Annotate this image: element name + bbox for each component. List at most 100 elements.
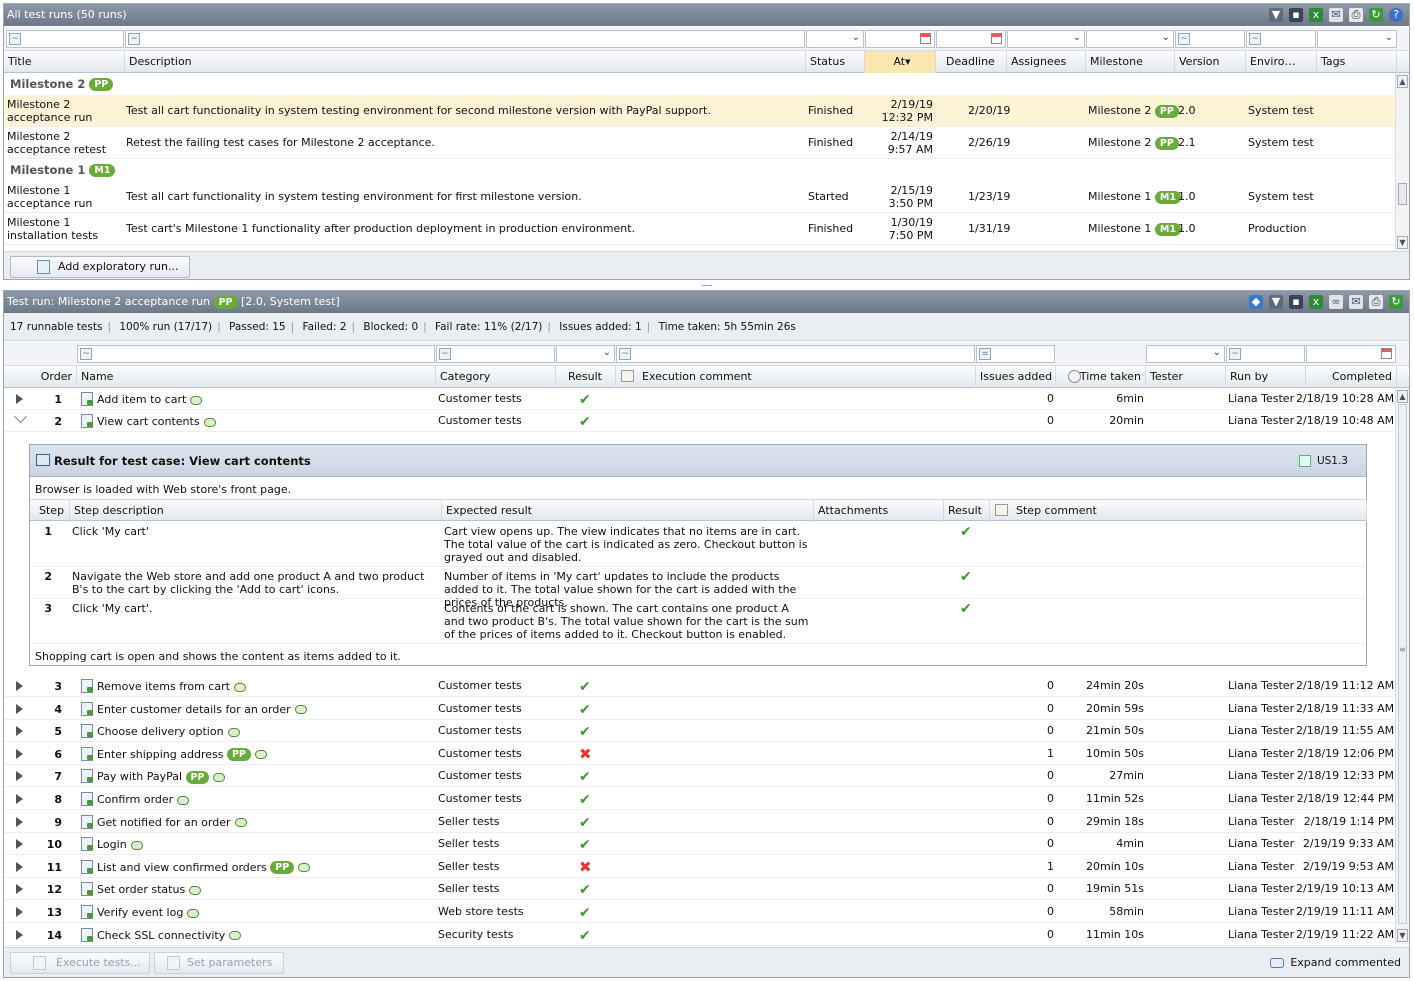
collapse-arrow-icon[interactable]: [14, 410, 27, 424]
execute-tests-button[interactable]: Execute tests...: [10, 952, 150, 974]
result-row[interactable]: 9 Get notified for an order Seller tests ✔ 0…: [4, 811, 1395, 833]
tag-icon[interactable]: ◆: [1249, 295, 1263, 309]
comment-icon[interactable]: [130, 840, 143, 850]
panel-splitter[interactable]: ......: [3, 280, 1410, 290]
col-issues-added[interactable]: Issues added: [976, 366, 1056, 388]
scroll-down-icon[interactable]: ▼: [1397, 236, 1408, 249]
runs-scrollbar[interactable]: ▲ ▼: [1395, 73, 1409, 251]
comment-filter[interactable]: ~: [616, 345, 975, 363]
result-row[interactable]: 13 Verify event log Web store tests ✔ 0 58min…: [4, 901, 1395, 923]
filter-icon[interactable]: ▼: [1269, 8, 1283, 22]
filter-mode-icon[interactable]: ~: [80, 348, 92, 360]
step-row[interactable]: 3 Click 'My cart'. Contents of the cart …: [30, 599, 1366, 644]
comment-icon[interactable]: [187, 908, 200, 918]
result-row[interactable]: 2 View cart contents Customer tests ✔ 0 …: [4, 410, 1395, 432]
expand-arrow-icon[interactable]: [16, 929, 23, 940]
result-row[interactable]: 8 Confirm order Customer tests ✔ 0 11min 52s L…: [4, 788, 1395, 810]
issues-filter[interactable]: =: [976, 345, 1055, 363]
col-deadline[interactable]: Deadline: [936, 51, 1007, 73]
col-result[interactable]: Result: [556, 366, 616, 388]
test-name[interactable]: Choose delivery option: [97, 725, 240, 738]
col-status[interactable]: Status: [806, 51, 865, 73]
set-parameters-button[interactable]: Set parameters ...: [154, 952, 284, 977]
test-name[interactable]: Enter shipping address PP: [97, 748, 267, 762]
description-filter[interactable]: ~: [125, 30, 805, 48]
col-category[interactable]: Category: [436, 366, 556, 388]
print-icon[interactable]: ⎙: [1349, 8, 1363, 22]
col-description[interactable]: Description: [125, 51, 806, 73]
print-icon[interactable]: ⎙: [1369, 295, 1383, 309]
col-at[interactable]: At▼: [865, 51, 936, 73]
expand-arrow-icon[interactable]: [16, 748, 23, 759]
expand-arrow-icon[interactable]: [16, 726, 23, 737]
scroll-down-icon[interactable]: ▼: [1397, 929, 1408, 942]
add-exploratory-run-button[interactable]: Add exploratory run...: [10, 256, 190, 278]
tags-filter[interactable]: ⌄: [1317, 30, 1397, 48]
at-filter[interactable]: [865, 30, 935, 48]
result-row[interactable]: 4 Enter customer details for an order Cust…: [4, 698, 1395, 720]
expand-arrow-icon[interactable]: [16, 394, 23, 404]
email-icon[interactable]: ✉: [1329, 8, 1343, 22]
filter-mode-icon[interactable]: ~: [9, 33, 21, 45]
test-name[interactable]: Set order status: [97, 883, 202, 896]
expand-arrow-icon[interactable]: [16, 681, 23, 691]
status-filter[interactable]: ⌄: [806, 30, 864, 48]
comment-icon[interactable]: [234, 818, 247, 828]
expand-arrow-icon[interactable]: [16, 907, 23, 917]
filter-mode-icon[interactable]: ~: [128, 33, 140, 45]
filter-mode-icon[interactable]: ~: [439, 348, 451, 360]
result-row[interactable]: 5 Choose delivery option Customer tests ✔ 0 2…: [4, 720, 1395, 743]
test-name[interactable]: Confirm order: [97, 793, 190, 806]
test-name[interactable]: Remove items from cart: [97, 680, 246, 693]
expand-arrow-icon[interactable]: [16, 703, 23, 714]
completed-filter[interactable]: [1306, 345, 1396, 363]
result-filter[interactable]: ⌄: [556, 345, 615, 363]
result-row[interactable]: 6 Enter shipping address PP Customer tests…: [4, 743, 1395, 765]
filter-mode-icon[interactable]: ~: [619, 348, 631, 360]
expand-arrow-icon[interactable]: [16, 839, 23, 850]
col-expected-result[interactable]: Expected result: [442, 500, 814, 522]
group-header[interactable]: Milestone 1 M1: [4, 159, 1395, 181]
test-name[interactable]: Verify event log: [97, 906, 200, 919]
results-scrollbar[interactable]: ▲ ≡ ▼: [1395, 388, 1409, 944]
comment-icon[interactable]: [190, 395, 203, 405]
tester-filter[interactable]: ⌄: [1146, 345, 1225, 363]
col-milestone[interactable]: Milestone: [1086, 51, 1175, 73]
expand-arrow-icon[interactable]: [16, 861, 23, 872]
requirement-link[interactable]: US1.3: [1298, 445, 1348, 477]
save-icon[interactable]: ▪: [1289, 295, 1303, 309]
comment-icon[interactable]: [298, 863, 311, 873]
comment-icon[interactable]: [254, 750, 267, 760]
assignees-filter[interactable]: ⌄: [1007, 30, 1085, 48]
expand-arrow-icon[interactable]: [16, 816, 23, 827]
test-name[interactable]: Check SSL connectivity: [97, 929, 242, 942]
calendar-icon[interactable]: [920, 33, 931, 44]
milestone-filter[interactable]: ⌄: [1086, 30, 1174, 48]
test-name[interactable]: Add item to cart: [97, 393, 203, 406]
calendar-icon[interactable]: [991, 33, 1002, 44]
comment-icon[interactable]: [213, 772, 226, 782]
refresh-icon[interactable]: ↻: [1389, 295, 1403, 309]
filter-mode-icon[interactable]: ~: [1229, 348, 1241, 360]
test-name[interactable]: List and view confirmed orders PP: [97, 861, 311, 875]
excel-export-icon[interactable]: x: [1309, 295, 1323, 309]
col-completed[interactable]: Completed: [1306, 366, 1397, 388]
col-order[interactable]: Order: [4, 366, 77, 388]
deadline-filter[interactable]: [936, 30, 1006, 48]
run-row[interactable]: Milestone 1 installation tests Test cart…: [4, 213, 1395, 245]
scroll-thumb[interactable]: ≡: [1398, 404, 1407, 924]
scroll-thumb[interactable]: [1398, 183, 1407, 205]
link-icon[interactable]: ∞: [1329, 295, 1343, 309]
step-row[interactable]: 1 Click 'My cart' Cart view opens up. Th…: [30, 522, 1366, 567]
result-row[interactable]: 12 Set order status Seller tests ✔ 0 19min 51…: [4, 878, 1395, 901]
step-row[interactable]: 2 Navigate the Web store and add one pro…: [30, 567, 1366, 609]
result-row[interactable]: 1 Add item to cart Customer tests ✔ 0 6m…: [4, 388, 1395, 410]
category-filter[interactable]: ~: [436, 345, 555, 363]
result-row[interactable]: 3 Remove items from cart Customer tests ✔ 0 2…: [4, 675, 1395, 697]
save-icon[interactable]: ▪: [1289, 8, 1303, 22]
comment-icon[interactable]: [233, 682, 246, 692]
expand-arrow-icon[interactable]: [16, 884, 23, 895]
test-name[interactable]: View cart contents: [97, 415, 216, 428]
col-execution-comment[interactable]: Execution comment: [616, 366, 976, 388]
filter-icon[interactable]: ▼: [1269, 295, 1283, 309]
